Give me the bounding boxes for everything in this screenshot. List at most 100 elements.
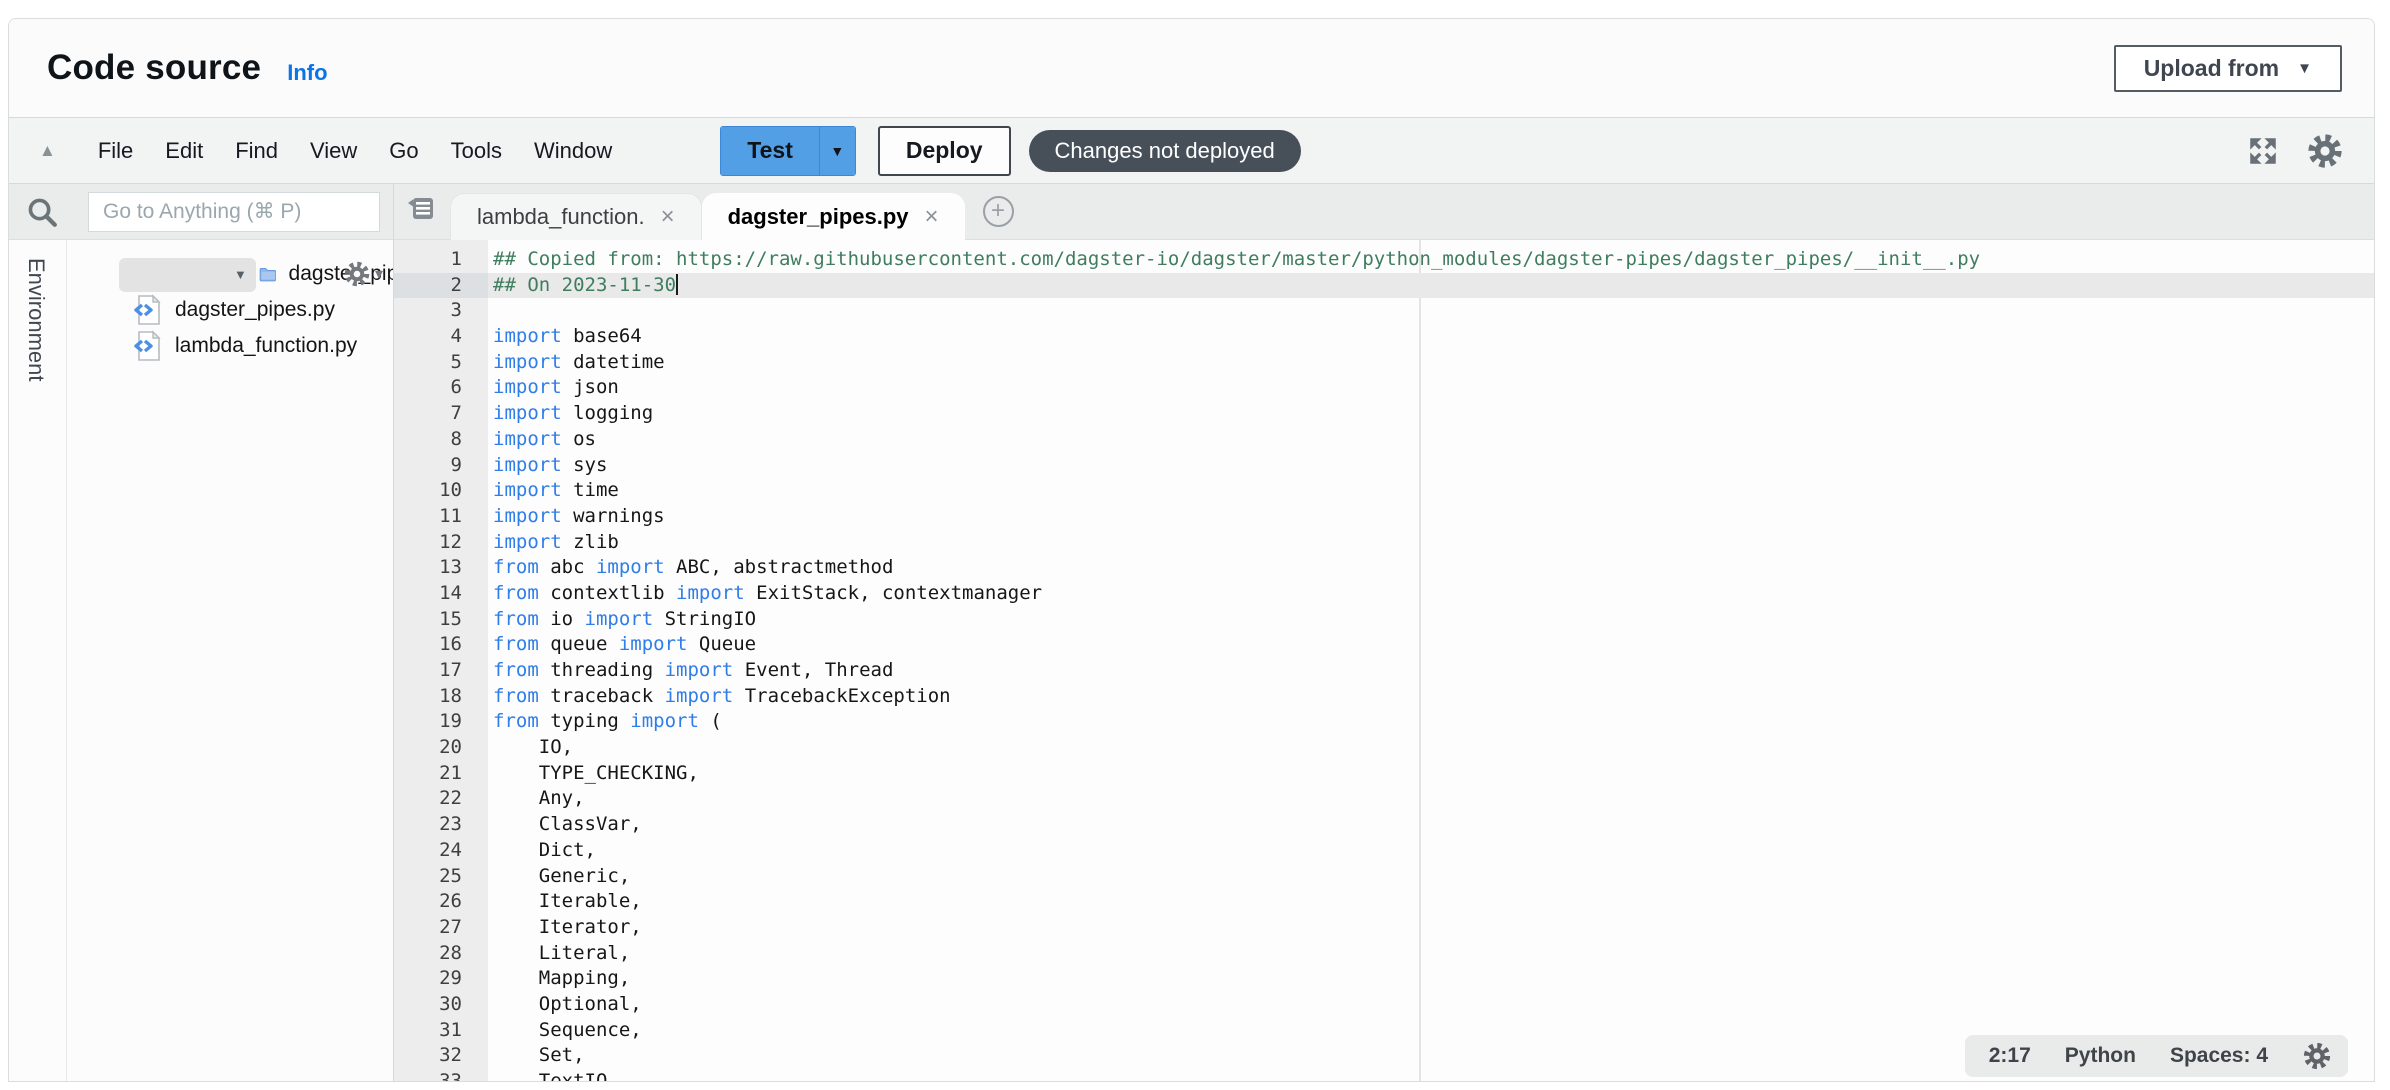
- line-number: 32: [394, 1043, 488, 1069]
- tab-label: lambda_function.: [477, 204, 645, 230]
- fullscreen-icon[interactable]: [2246, 134, 2280, 168]
- environment-tab[interactable]: Environment: [23, 258, 49, 382]
- caret-down-icon: ▾: [375, 264, 383, 284]
- code-line: Optional,: [488, 992, 2374, 1018]
- code-line: from typing import (: [488, 709, 2374, 735]
- tree-file-lambda_function.py[interactable]: lambda_function.py: [67, 328, 393, 364]
- caret-down-icon: ▼: [2297, 60, 2312, 77]
- code-line: [488, 298, 2374, 324]
- upload-from-button[interactable]: Upload from ▼: [2114, 45, 2342, 92]
- code-line: from traceback import TracebackException: [488, 684, 2374, 710]
- menu-item-tools[interactable]: Tools: [435, 138, 518, 164]
- line-number: 29: [394, 966, 488, 992]
- test-dropdown-button[interactable]: ▼: [819, 127, 855, 175]
- tree-file-dagster_pipes.py[interactable]: dagster_pipes.py: [67, 292, 393, 328]
- code-area[interactable]: 1234567891011121314151617181920212223242…: [394, 240, 2374, 1081]
- tree-folder-row[interactable]: ▼ dagster_pipes_funct ▾: [67, 256, 393, 292]
- page-title: Code source: [47, 48, 261, 88]
- python-file-icon: [133, 330, 163, 362]
- tree-settings-menu[interactable]: ▾: [343, 260, 383, 288]
- editor-menubar: ▲ FileEditFindViewGoToolsWindow Test ▼ D…: [9, 117, 2374, 184]
- file-tree: ▼ dagster_pipes_funct ▾: [67, 240, 393, 1081]
- code-line: from io import StringIO: [488, 607, 2374, 633]
- menu-item-window[interactable]: Window: [518, 138, 628, 164]
- code-line: Dict,: [488, 838, 2374, 864]
- line-number: 14: [394, 581, 488, 607]
- deploy-button[interactable]: Deploy: [878, 126, 1011, 176]
- statusbar-gear-icon[interactable]: [2302, 1041, 2332, 1071]
- line-number: 13: [394, 555, 488, 581]
- menu-item-file[interactable]: File: [82, 138, 149, 164]
- file-name: dagster_pipes.py: [175, 298, 335, 322]
- code-line: import json: [488, 375, 2374, 401]
- line-number: 1: [394, 247, 488, 273]
- line-number: 15: [394, 607, 488, 633]
- line-number: 22: [394, 786, 488, 812]
- code-line: ## On 2023-11-30: [488, 273, 2374, 299]
- code-line: import os: [488, 427, 2374, 453]
- tab-bar: lambda_function.×dagster_pipes.py× +: [394, 184, 2374, 240]
- line-number-gutter: 1234567891011121314151617181920212223242…: [394, 247, 488, 1081]
- code-line: ClassVar,: [488, 812, 2374, 838]
- line-number: 18: [394, 684, 488, 710]
- line-number: 24: [394, 838, 488, 864]
- gear-icon: [343, 260, 371, 288]
- code-line: ## Copied from: https://raw.githubuserco…: [488, 247, 2374, 273]
- language-mode[interactable]: Python: [2065, 1044, 2136, 1068]
- search-icon: [25, 195, 59, 229]
- file-name: lambda_function.py: [175, 334, 357, 358]
- tab-list-icon[interactable]: [406, 194, 436, 229]
- line-number: 23: [394, 812, 488, 838]
- menubar-right-icons: [2246, 132, 2344, 170]
- test-split-button[interactable]: Test ▼: [720, 126, 856, 176]
- line-number: 28: [394, 941, 488, 967]
- menu-item-edit[interactable]: Edit: [149, 138, 219, 164]
- code-editor: lambda_function.×dagster_pipes.py× + 123…: [394, 184, 2374, 1081]
- close-tab-icon[interactable]: ×: [925, 203, 939, 231]
- line-number: 4: [394, 324, 488, 350]
- tab-dagster_pipes.py[interactable]: dagster_pipes.py×: [702, 193, 965, 240]
- python-file-icon: [133, 294, 163, 326]
- environment-strip: Environment: [9, 240, 67, 1081]
- code-line: Literal,: [488, 941, 2374, 967]
- file-rows: dagster_pipes.py lambda_function.py: [67, 292, 393, 364]
- upload-from-label: Upload from: [2144, 55, 2279, 82]
- test-button[interactable]: Test: [721, 127, 819, 175]
- line-number: 3: [394, 298, 488, 324]
- new-tab-button[interactable]: +: [983, 196, 1014, 227]
- code-line: import sys: [488, 453, 2374, 479]
- cursor-position[interactable]: 2:17: [1989, 1044, 2031, 1068]
- code-line: IO,: [488, 735, 2374, 761]
- collapse-pane-icon[interactable]: ▲: [39, 141, 56, 161]
- line-number: 26: [394, 889, 488, 915]
- code-line: Any,: [488, 786, 2374, 812]
- file-explorer-sidebar: Environment ▼ dagster_pipes_funct: [9, 184, 394, 1081]
- code-line: from contextlib import ExitStack, contex…: [488, 581, 2374, 607]
- tabs: lambda_function.×dagster_pipes.py×: [450, 193, 965, 239]
- line-number: 17: [394, 658, 488, 684]
- indent-setting[interactable]: Spaces: 4: [2170, 1044, 2268, 1068]
- folder-disclosure-icon[interactable]: ▼: [234, 267, 247, 282]
- workspace: Environment ▼ dagster_pipes_funct: [9, 184, 2374, 1081]
- caret-down-icon: ▼: [830, 143, 844, 159]
- info-link[interactable]: Info: [287, 60, 327, 86]
- line-number: 16: [394, 632, 488, 658]
- panel-header: Code source Info Upload from ▼: [9, 19, 2374, 117]
- line-number: 2: [394, 273, 488, 299]
- code-line: Iterator,: [488, 915, 2374, 941]
- menu-item-find[interactable]: Find: [219, 138, 294, 164]
- code-line: Iterable,: [488, 889, 2374, 915]
- tab-lambda_function[interactable]: lambda_function. ×: [450, 193, 702, 240]
- settings-gear-icon[interactable]: [2306, 132, 2344, 170]
- code-line: from queue import Queue: [488, 632, 2374, 658]
- menu-item-go[interactable]: Go: [373, 138, 434, 164]
- line-number: 9: [394, 453, 488, 479]
- code-source-panel: Code source Info Upload from ▼ ▲ FileEdi…: [8, 18, 2375, 1082]
- close-tab-icon[interactable]: ×: [661, 203, 675, 231]
- menu-item-view[interactable]: View: [294, 138, 373, 164]
- code-line: import logging: [488, 401, 2374, 427]
- line-number: 19: [394, 709, 488, 735]
- goto-anything-input[interactable]: [88, 192, 380, 232]
- code-lines: ## Copied from: https://raw.githubuserco…: [488, 247, 2374, 1081]
- text-cursor: [676, 274, 678, 295]
